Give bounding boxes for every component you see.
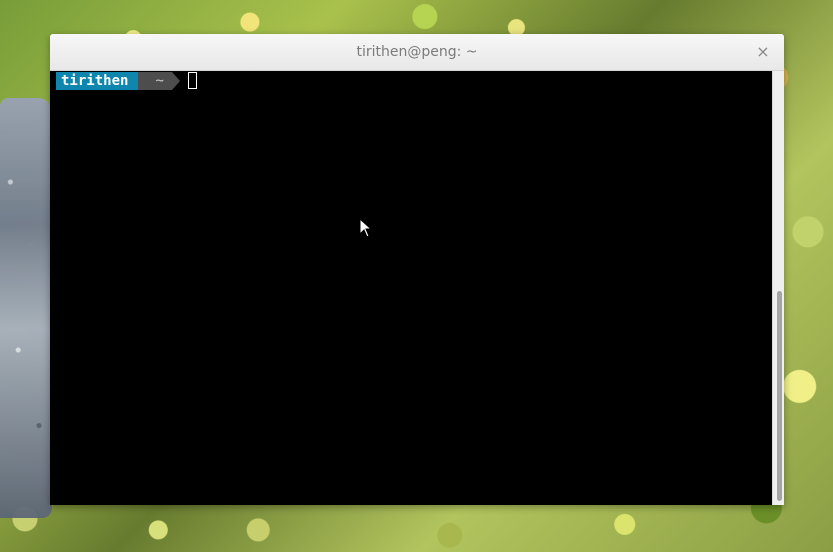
vertical-scrollbar[interactable] xyxy=(772,71,784,505)
prompt-path: ~ xyxy=(138,71,181,90)
desktop-rock-background xyxy=(0,98,52,518)
terminal-area[interactable]: tirithen ~ xyxy=(50,71,772,505)
text-cursor-icon xyxy=(187,72,197,89)
terminal-window[interactable]: tirithen@peng: ~ × tirithen ~ xyxy=(50,34,784,505)
window-title: tirithen@peng: ~ xyxy=(356,44,478,60)
mouse-pointer-icon xyxy=(359,218,373,238)
shell-prompt: tirithen ~ xyxy=(56,71,197,90)
close-icon[interactable]: × xyxy=(754,42,772,61)
window-titlebar[interactable]: tirithen@peng: ~ × xyxy=(50,34,784,71)
scrollbar-thumb[interactable] xyxy=(777,291,782,501)
prompt-user: tirithen xyxy=(56,71,147,90)
